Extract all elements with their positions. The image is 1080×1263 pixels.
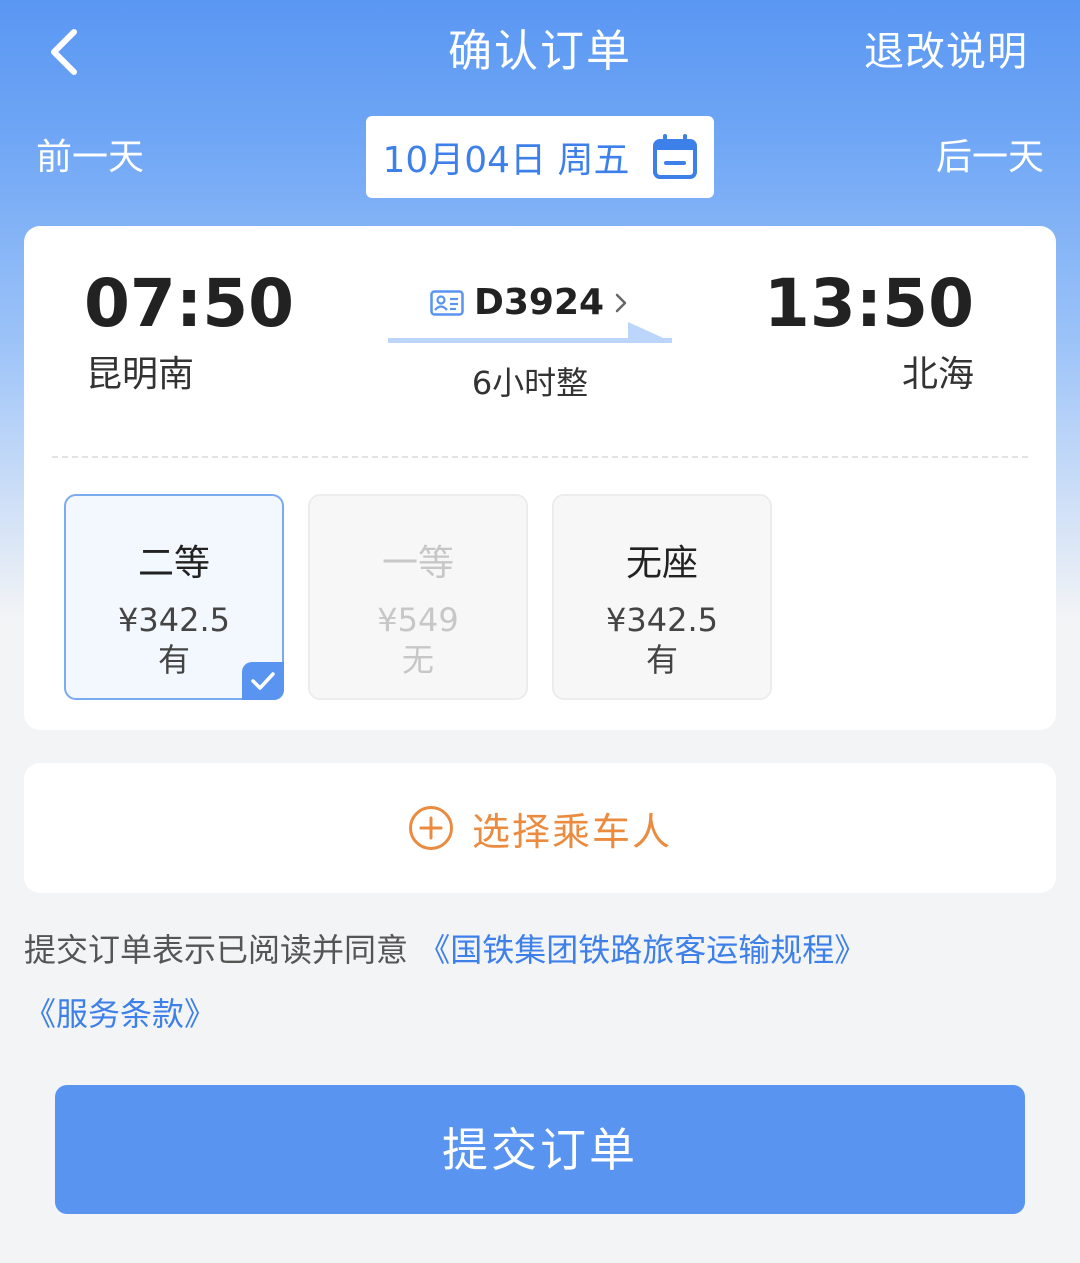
date-picker[interactable]: 10月04日 周五 — [366, 116, 714, 198]
trip-duration: 6小时整 — [471, 364, 589, 402]
date-label: 10月04日 周五 — [382, 140, 630, 181]
seat-option-first-class[interactable]: 一等 ¥549 无 — [308, 494, 528, 700]
arrival-station: 北海 — [901, 354, 974, 395]
chevron-right-icon — [615, 293, 627, 312]
checkmark-icon — [251, 672, 275, 690]
train-number: D3924 — [474, 282, 605, 323]
seat-price: ¥342.5 — [118, 601, 230, 639]
calendar-icon — [652, 134, 697, 179]
plus-circle-icon — [408, 806, 453, 850]
agreement-text: 提交订单表示已阅读并同意 《国铁集团铁路旅客运输规程》《服务条款》 — [24, 918, 1034, 1046]
next-day-button[interactable]: 后一天 — [936, 130, 1044, 186]
seat-availability: 无 — [401, 641, 434, 679]
departure-station: 昆明南 — [86, 354, 195, 395]
seat-price: ¥342.5 — [606, 601, 718, 639]
agreement-prefix: 提交订单表示已阅读并同意 — [24, 931, 409, 969]
railway-rules-link[interactable]: 《国铁集团铁路旅客运输规程》 — [418, 931, 866, 969]
service-terms-link[interactable]: 《服务条款》 — [24, 995, 216, 1033]
submit-order-button[interactable]: 提交订单 — [55, 1085, 1025, 1214]
select-passenger-label: 选择乘车人 — [471, 809, 672, 854]
arrival-time: 13:50 — [763, 265, 974, 342]
route-arrow-icon — [388, 322, 672, 343]
id-card-icon — [430, 289, 464, 316]
seat-class-name: 一等 — [381, 543, 454, 584]
seat-option-second-class[interactable]: 二等 ¥342.5 有 — [64, 494, 284, 700]
seat-availability: 有 — [645, 641, 678, 679]
selected-badge — [242, 662, 284, 700]
seat-option-no-seat[interactable]: 无座 ¥342.5 有 — [552, 494, 772, 700]
refund-rules-link[interactable]: 退改说明 — [864, 22, 1028, 82]
seat-class-name: 无座 — [625, 543, 698, 584]
departure-time: 07:50 — [84, 265, 295, 342]
select-passenger-button[interactable]: 选择乘车人 — [24, 763, 1056, 893]
seat-class-name: 二等 — [137, 543, 210, 584]
prev-day-button[interactable]: 前一天 — [36, 130, 144, 186]
train-info-card: 07:50 昆明南 D3924 6小时整 13:50 北海 二等 ¥342.5 … — [24, 226, 1056, 730]
divider — [52, 456, 1028, 458]
seat-price: ¥549 — [377, 601, 459, 639]
train-number-link[interactable]: D3924 — [430, 282, 628, 323]
